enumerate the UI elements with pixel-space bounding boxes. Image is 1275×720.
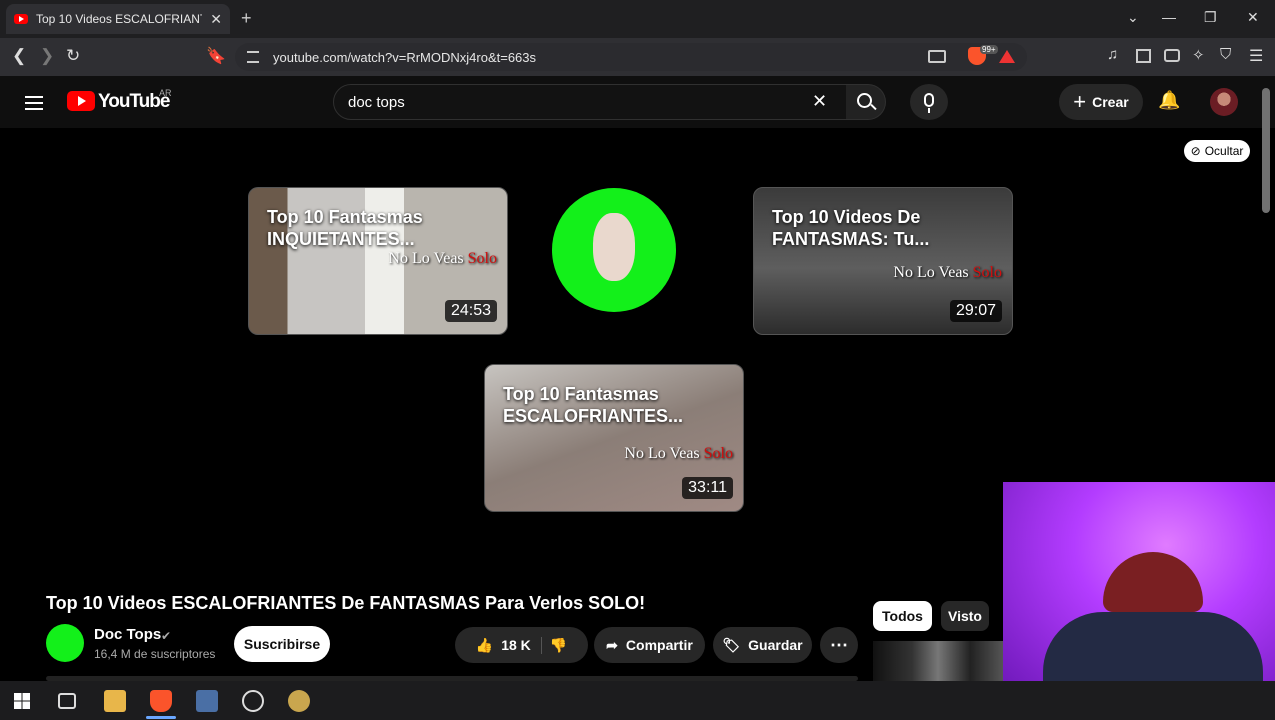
dislike-button[interactable]: 👎 bbox=[550, 637, 567, 654]
minimize-button[interactable]: — bbox=[1162, 9, 1176, 25]
tab-search-icon[interactable]: ⌄ bbox=[1127, 9, 1139, 26]
clear-search-icon[interactable]: ✕ bbox=[812, 91, 827, 112]
wallet-icon[interactable] bbox=[1164, 49, 1180, 62]
close-window-button[interactable]: ✕ bbox=[1247, 9, 1259, 26]
extension-badge: 99+ bbox=[980, 45, 998, 54]
channel-face-image bbox=[593, 213, 635, 281]
share-icon: ➦ bbox=[606, 636, 618, 653]
guide-menu-icon[interactable] bbox=[25, 96, 43, 110]
end-card-video-3[interactable]: Top 10 Fantasmas ESCALOFRIANTES... No Lo… bbox=[484, 364, 744, 512]
hide-label: Ocultar bbox=[1204, 144, 1244, 158]
end-card-duration: 29:07 bbox=[949, 300, 1002, 322]
hide-end-screen-button[interactable]: ⊘ Ocultar bbox=[1184, 140, 1250, 162]
youtube-favicon-icon bbox=[14, 14, 28, 24]
channel-avatar[interactable] bbox=[46, 624, 84, 662]
thumbs-down-icon: 👎 bbox=[549, 636, 568, 653]
chip-visto[interactable]: Visto bbox=[941, 601, 989, 631]
cast-icon[interactable] bbox=[928, 50, 946, 63]
end-card-duration: 24:53 bbox=[444, 300, 497, 322]
vpn-shield-icon[interactable]: ⛉ bbox=[1220, 46, 1231, 63]
end-card-title: Top 10 Fantasmas INQUIETANTES... bbox=[267, 207, 423, 249]
share-button[interactable]: ➦ Compartir bbox=[594, 627, 705, 663]
like-button[interactable]: 👍 18 K bbox=[475, 636, 542, 654]
save-label: Guardar bbox=[748, 637, 803, 653]
menu-icon[interactable]: ☰ bbox=[1249, 46, 1263, 66]
recommended-video-thumbnail[interactable] bbox=[873, 641, 1003, 681]
end-card-overlay: No Lo Veas Solo bbox=[624, 445, 733, 462]
end-card-overlay: No Lo Veas Solo bbox=[388, 250, 497, 267]
media-icon[interactable]: ♫ bbox=[1107, 46, 1118, 63]
bookmark-icon[interactable]: 🔖 bbox=[206, 46, 226, 66]
end-card-channel-avatar[interactable] bbox=[552, 188, 676, 312]
tab-title: Top 10 Videos ESCALOFRIANTES bbox=[36, 12, 202, 26]
chip-todos[interactable]: Todos bbox=[873, 601, 932, 631]
end-card-video-2[interactable]: Top 10 Videos De FANTASMAS: Tu... No Lo … bbox=[753, 187, 1013, 335]
task-view-icon[interactable] bbox=[58, 693, 76, 709]
url-bar[interactable]: youtube.com/watch?v=RrMODNxj4ro&t=663s bbox=[235, 43, 1027, 71]
create-label: Crear bbox=[1092, 94, 1129, 110]
browser-tab[interactable]: Top 10 Videos ESCALOFRIANTES ✕ bbox=[6, 4, 230, 34]
subscriber-count: 16,4 M de suscriptores bbox=[94, 647, 216, 661]
account-avatar[interactable] bbox=[1210, 88, 1238, 116]
close-tab-icon[interactable]: ✕ bbox=[210, 11, 222, 28]
url-text: youtube.com/watch?v=RrMODNxj4ro&t=663s bbox=[273, 49, 537, 65]
file-explorer-icon[interactable] bbox=[104, 690, 126, 712]
webcam-person-cap bbox=[1103, 552, 1203, 612]
brave-rewards-icon[interactable] bbox=[999, 50, 1015, 63]
league-of-legends-icon[interactable] bbox=[288, 690, 310, 712]
search-button[interactable] bbox=[846, 84, 886, 120]
search-icon bbox=[857, 93, 872, 108]
like-dislike-group: 👍 18 K 👎 bbox=[455, 627, 588, 663]
save-button[interactable]: 🏷 Guardar bbox=[713, 627, 812, 663]
browser-tab-bar: Top 10 Videos ESCALOFRIANTES ✕ + ⌄ — ❐ ✕ bbox=[0, 0, 1275, 38]
page-scrollbar[interactable] bbox=[1262, 88, 1270, 213]
end-card-duration: 33:11 bbox=[682, 477, 733, 499]
verified-badge-icon: ✔ bbox=[161, 629, 172, 643]
active-app-indicator bbox=[146, 716, 176, 719]
speedtest-icon[interactable] bbox=[242, 690, 264, 712]
country-code: AR bbox=[159, 88, 172, 98]
calculator-icon[interactable] bbox=[196, 690, 218, 712]
subscribe-button[interactable]: Suscribirse bbox=[234, 626, 330, 662]
restore-button[interactable]: ❐ bbox=[1204, 9, 1217, 26]
plus-icon: + bbox=[1073, 89, 1087, 114]
reload-icon[interactable]: ↻ bbox=[66, 46, 80, 66]
create-button[interactable]: + Crear bbox=[1059, 84, 1143, 120]
back-icon[interactable]: ❮ bbox=[12, 46, 26, 66]
webcam-person-body bbox=[1043, 612, 1263, 692]
site-info-icon[interactable] bbox=[247, 51, 259, 63]
windows-taskbar bbox=[0, 681, 1275, 720]
end-card-overlay: No Lo Veas Solo bbox=[893, 264, 1002, 281]
end-card-title: Top 10 Videos De FANTASMAS: Tu... bbox=[772, 207, 930, 249]
leo-ai-icon[interactable]: ✧ bbox=[1192, 46, 1205, 64]
share-label: Compartir bbox=[625, 637, 693, 653]
webcam-overlay bbox=[1003, 482, 1275, 692]
voice-search-button[interactable] bbox=[910, 84, 948, 120]
channel-name[interactable]: Doc Tops bbox=[94, 626, 161, 643]
more-actions-button[interactable]: ⋯ bbox=[820, 627, 858, 663]
search-query: doc tops bbox=[348, 93, 405, 111]
forward-icon[interactable]: ❯ bbox=[40, 46, 54, 66]
microphone-icon bbox=[924, 93, 934, 107]
search-input[interactable]: doc tops bbox=[333, 84, 847, 120]
brave-browser-icon[interactable] bbox=[150, 690, 172, 712]
like-count: 18 K bbox=[501, 637, 531, 653]
end-card-video-1[interactable]: Top 10 Fantasmas INQUIETANTES... No Lo V… bbox=[248, 187, 508, 335]
windows-start-icon[interactable] bbox=[14, 693, 30, 709]
notifications-bell-icon[interactable]: 🔔 bbox=[1158, 90, 1180, 111]
more-icon: ⋯ bbox=[830, 634, 848, 655]
thumbs-up-icon: 👍 bbox=[475, 636, 494, 653]
bookmark-save-icon: 🏷 bbox=[722, 636, 741, 653]
new-tab-button[interactable]: + bbox=[241, 8, 252, 29]
youtube-logo-icon[interactable] bbox=[67, 91, 95, 111]
eye-off-icon: ⊘ bbox=[1190, 144, 1201, 158]
sidebar-icon[interactable] bbox=[1136, 49, 1151, 63]
end-card-title: Top 10 Fantasmas ESCALOFRIANTES... bbox=[503, 384, 684, 426]
video-title: Top 10 Videos ESCALOFRIANTES De FANTASMA… bbox=[46, 593, 646, 613]
